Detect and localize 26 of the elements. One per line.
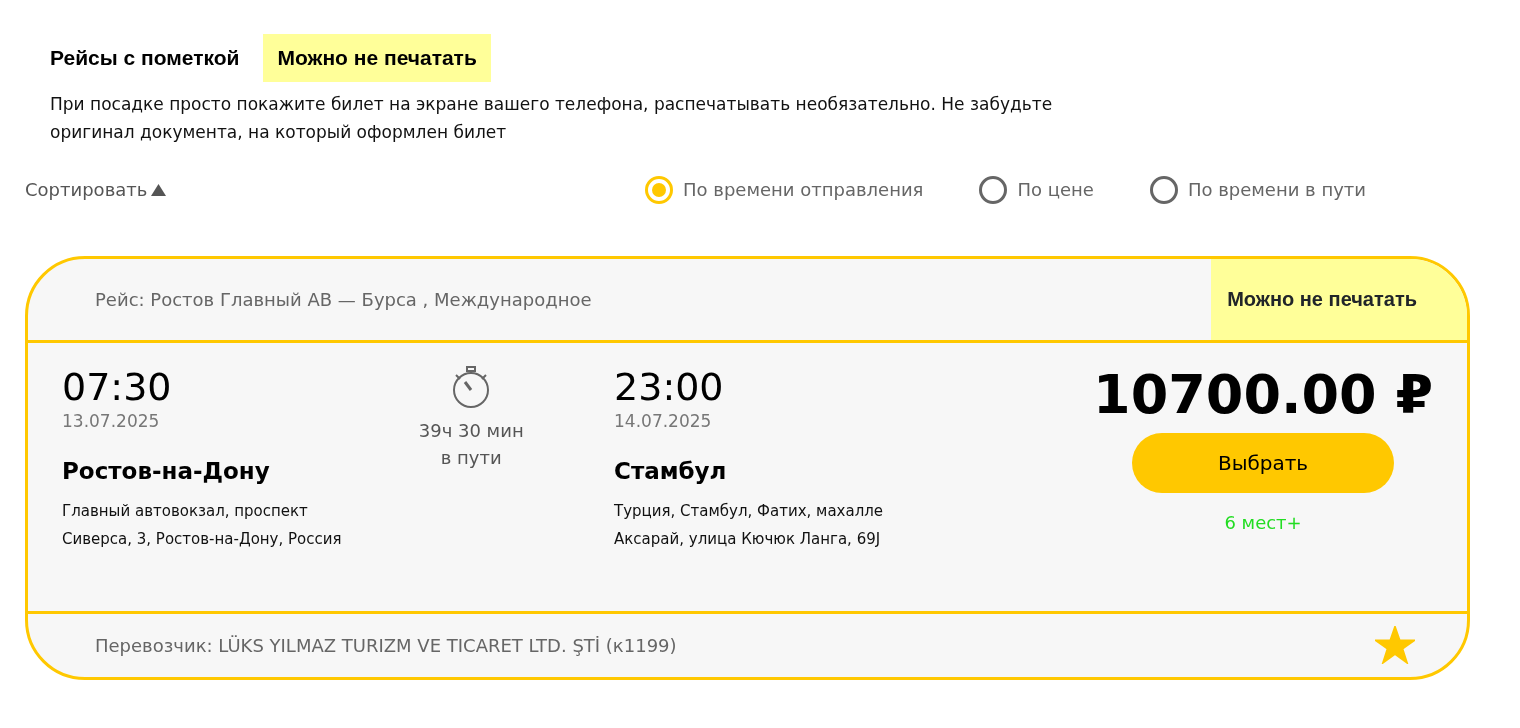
- carrier-text: Перевозчик: LÜKS YILMAZ TURIZM VE TICARET LTD. ŞTİ (к1199): [95, 633, 677, 658]
- address-text: Турция, Стамбул, Фатих, махалле Аксарай, улица Кючюк Ланга, 69J: [614, 500, 885, 550]
- date-text: 14.07.2025: [614, 409, 713, 433]
- radio-circle[interactable]: [1149, 175, 1178, 204]
- notice-title: Рейсы с пометкой: [50, 45, 240, 71]
- star-icon[interactable]: [1375, 626, 1415, 664]
- radio-circle[interactable]: [979, 175, 1008, 204]
- select-button[interactable]: Выбрать: [1132, 432, 1395, 493]
- time-text: 23:00: [614, 364, 725, 409]
- address-text: Главный автовокзал, проспект Сиверса, 3, Ростов-на-Дону, Россия: [62, 500, 343, 550]
- sort-radio-option[interactable]: По цене: [979, 175, 1094, 204]
- notice-text: При посадке просто покажите билет на экране вашего телефона, распечатывать необязательно. Не забудьте оригинал документа, на который оформлен билет: [50, 92, 1054, 144]
- date-text: 13.07.2025: [62, 409, 161, 433]
- sort-label[interactable]: Сортировать: [25, 176, 148, 203]
- city-name: Ростов-на-Дону: [62, 457, 271, 486]
- no-print-badge: Можно не печатать: [1211, 258, 1467, 340]
- route-text: Рейс: Ростов Главный АВ — Бурса , Международное: [94, 287, 592, 312]
- sort-up-icon[interactable]: [151, 183, 167, 196]
- time-text: 07:30: [62, 364, 173, 409]
- seats-text: 6 мест+: [1224, 510, 1302, 535]
- sort-radio-option[interactable]: По времени отправления: [645, 175, 924, 204]
- notice-badge: Можно не печатать: [263, 34, 491, 82]
- sort-radio-option[interactable]: По времени в пути: [1149, 175, 1367, 204]
- city-name: Стамбул: [614, 457, 728, 486]
- duration-text: 39ч 30 мин в пути: [418, 418, 524, 470]
- price-text: 10700.00 ₽: [1093, 364, 1433, 425]
